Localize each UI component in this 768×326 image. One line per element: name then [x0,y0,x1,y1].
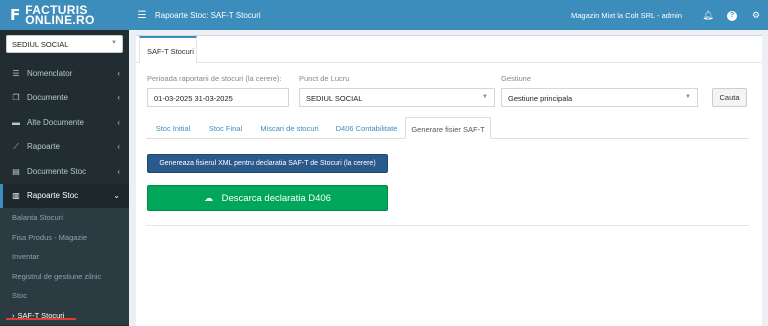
work-point-value: SEDIUL SOCIAL [306,94,363,103]
chevron-down-icon: ▼ [685,94,691,100]
top-navbar: ☰ Rapoarte Stoc: SAF-T Stocuri Magazin M… [129,0,768,30]
generate-xml-button[interactable]: Genereaza fisierul XML pentru declaratia… [147,154,388,173]
sidebar-menu: ☰ Nomenclator ‹ ❐ Documente ‹ ▬ Alte Doc… [0,61,129,325]
chevron-left-icon: ‹ [117,93,120,103]
sidebar-item-rapoarte-stoc[interactable]: ▥ Rapoarte Stoc ⌄ [0,183,129,208]
gears-icon[interactable]: ⚙ [744,10,768,21]
submenu-item-inventar[interactable]: Inventar [0,247,129,267]
search-button[interactable]: Cauta [712,88,747,107]
chevron-left-icon: ‹ [117,117,120,127]
submenu-rapoarte-stoc: Balanta Stocuri Fisa Produs - Magazie In… [0,208,129,325]
download-d406-button[interactable]: ☁ Descarca declaratia D406 [147,185,388,211]
sidebar-item-label: Nomenclator [27,68,73,78]
bell-icon[interactable]: 🔔︎ [696,10,720,21]
sidebar-item-label: Rapoarte Stoc [27,191,79,201]
navbar-right: Magazin Mixt la Colt SRL - admin 🔔︎ ? ⚙ [571,0,768,30]
cloud-download-icon: ☁ [204,193,214,203]
chevron-left-icon: ‹ [117,142,120,152]
period-date-range-input[interactable]: 01-03-2025 31-03-2025 [147,88,289,107]
location-select[interactable]: SEDIUL SOCIAL ▼ [6,35,123,53]
sidebar-item-alte-documente[interactable]: ▬ Alte Documente ‹ [0,110,129,135]
tab-saft-stocuri[interactable]: SAF-T Stocuri [139,36,197,63]
chevron-down-icon: ▼ [482,94,488,100]
sidebar-item-nomenclator[interactable]: ☰ Nomenclator ‹ [0,61,129,86]
logo-text: FACTURIS ONLINE.RO [25,4,95,27]
chevron-down-icon: ⌄ [113,191,120,201]
tab-generare-saft[interactable]: Generare fisier SAF-T [405,117,491,139]
download-label: Descarca declaratia D406 [221,193,331,204]
logo[interactable]: F FACTURIS ONLINE.RO [0,0,129,30]
submenu-item-balanta-stocuri[interactable]: Balanta Stocuri [0,208,129,228]
sidebar-item-label: Documente [27,93,68,103]
submenu-item-saft-stocuri[interactable]: › SAF-T Stocuri [0,306,129,326]
company-user-label[interactable]: Magazin Mixt la Colt SRL - admin [571,11,682,20]
bar-chart-icon: ▥ [12,191,20,201]
gestiune-label: Gestiune [501,74,532,83]
logo-line-2: ONLINE.RO [25,13,95,27]
period-label: Perioada raportarii de stocuri (la cerer… [147,74,282,83]
submenu-item-stoc[interactable]: Stoc [0,286,129,306]
line-chart-icon: ⟋ [13,141,19,151]
sidebar-item-documente-stoc[interactable]: ▤ Documente Stoc ‹ [0,159,129,184]
sidebar-item-label: Rapoarte [27,142,60,152]
page-title: Rapoarte Stoc: SAF-T Stocuri [155,10,261,20]
sidebar-item-rapoarte[interactable]: ⟋ Rapoarte ‹ [0,135,129,160]
tab-divider [136,62,762,63]
active-underline [6,318,76,320]
logo-mark: F [10,5,21,24]
sidebar-item-documente[interactable]: ❐ Documente ‹ [0,86,129,111]
folder-icon: ▬ [12,117,20,127]
help-icon[interactable]: ? [720,9,744,21]
chevron-left-icon: ‹ [117,68,120,78]
chevron-down-icon: ▼ [111,40,117,46]
list-icon: ☰ [12,68,20,78]
submenu-item-registrul-gestiune[interactable]: Registrul de gestiune zilnic [0,267,129,287]
submenu-item-fisa-produs[interactable]: Fisa Produs - Magazie [0,228,129,248]
report-tabs: Stoc Initial Stoc Final Miscari de stocu… [146,117,749,139]
sidebar-item-label: Documente Stoc [27,166,87,176]
work-point-label: Punct de Lucru [299,74,350,83]
sidebar: F FACTURIS ONLINE.RO SEDIUL SOCIAL ▼ ☰ N… [0,0,129,326]
gestiune-select[interactable]: Gestiune principala ▼ [501,88,698,107]
tab-stoc-final[interactable]: Stoc Final [200,117,251,139]
copy-icon: ❐ [12,93,20,103]
content-divider [146,225,749,226]
sidebar-item-label: Alte Documente [27,117,84,127]
chevron-left-icon: ‹ [117,166,120,176]
location-value: SEDIUL SOCIAL [12,40,69,49]
work-point-select[interactable]: SEDIUL SOCIAL ▼ [299,88,495,107]
tab-stoc-initial[interactable]: Stoc Initial [146,117,200,139]
tab-miscari-stocuri[interactable]: Miscari de stocuri [251,117,328,139]
gestiune-value: Gestiune principala [508,94,573,103]
document-icon: ▤ [12,166,20,176]
hamburger-menu-icon[interactable]: ☰ [129,10,155,21]
main-box: SAF-T Stocuri Perioada raportarii de sto… [136,35,762,326]
tab-d406-contabilitate[interactable]: D406 Contabilitate [328,117,405,139]
period-value: 01-03-2025 31-03-2025 [154,94,233,103]
